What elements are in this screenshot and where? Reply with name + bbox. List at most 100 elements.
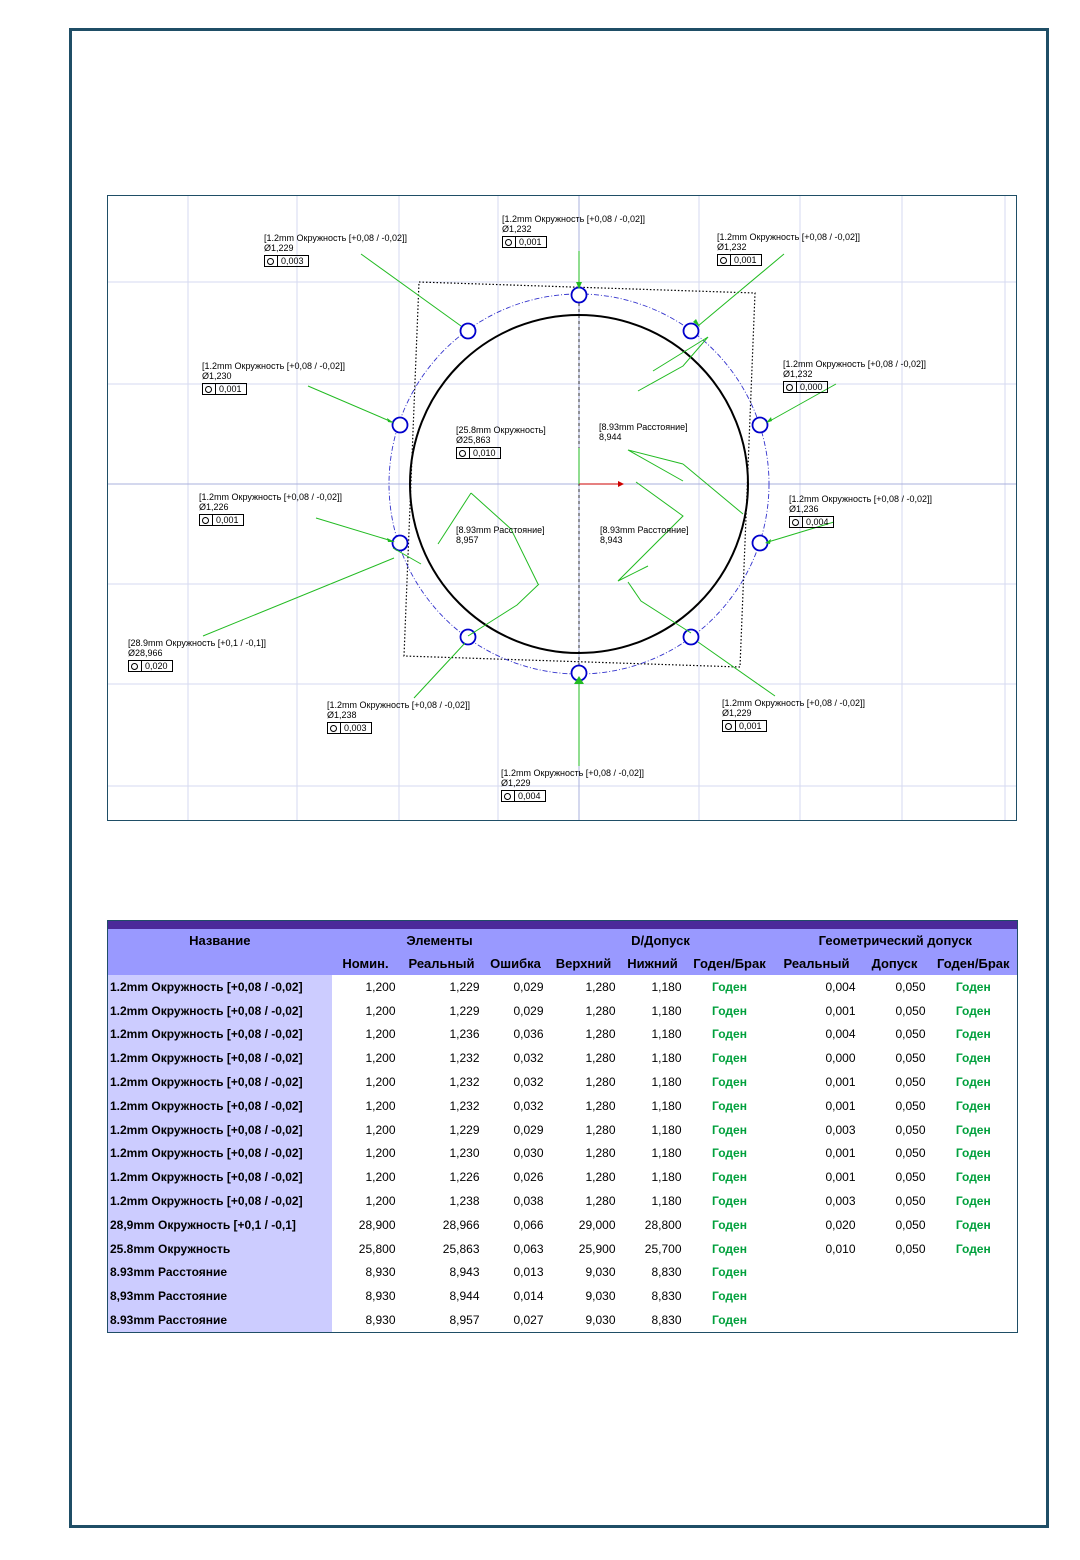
sub-header: Нижний: [619, 952, 686, 975]
tolerance-box: 0,010: [456, 447, 501, 459]
status-value: Годен: [712, 979, 747, 994]
table-row: 8.93mm Расстояние 8,930 8,957 0,027 9,030 8,8…: [107, 1308, 1018, 1333]
upper-value: 1,280: [585, 1098, 616, 1113]
row-name: 1.2mm Окружность [+0,08 / -0,02]: [107, 1141, 332, 1166]
sub-header: Годен/Брак: [929, 952, 1018, 975]
col-elements-header: Элементы: [331, 929, 548, 952]
status-value: Годен: [712, 1217, 747, 1232]
table-row: 28,9mm Окружность [+0,1 / -0,1] 28,900 28,…: [107, 1212, 1018, 1237]
roundness-icon: [330, 725, 337, 732]
table-row: 8.93mm Расстояние 8,930 8,943 0,013 9,030 8,8…: [107, 1260, 1018, 1285]
row-name: 1.2mm Окружность [+0,08 / -0,02]: [107, 998, 332, 1023]
sub-header: Реальный: [773, 952, 860, 975]
error-value: 0,013: [513, 1265, 544, 1280]
table-row: 1.2mm Окружность [+0,08 / -0,02] 1,200 1,2…: [107, 1189, 1018, 1213]
tolerance-box: 0,003: [264, 255, 309, 267]
tolerance-box: 0,004: [501, 790, 546, 802]
status-value: Годен: [712, 1122, 747, 1137]
status-value: Годен: [712, 1027, 747, 1042]
lower-value: 1,180: [651, 1051, 682, 1066]
sub-header: Допуск: [859, 952, 930, 975]
real-value: 28,966: [442, 1217, 480, 1232]
real-value: 8,944: [449, 1289, 480, 1304]
geom-real-value: [774, 1261, 860, 1285]
sub-header: Номин.: [331, 952, 400, 975]
geom-status-value: [930, 1308, 1018, 1332]
nominal-value: 1,200: [365, 1003, 396, 1018]
hole-top-left: [459, 322, 477, 340]
real-value: 1,232: [449, 1075, 480, 1090]
table-row: 1.2mm Окружность [+0,08 / -0,02] 1,200 1,2…: [107, 1046, 1018, 1071]
geom-real-value: [774, 1284, 860, 1308]
error-value: 0,038: [513, 1194, 544, 1209]
col-geom-header: Геометрический допуск: [773, 929, 1018, 952]
group-header-row: Название Элементы D/Допуск Геометрически…: [107, 929, 1018, 952]
col-name-header: Название: [107, 929, 332, 952]
error-value: 0,030: [513, 1146, 544, 1161]
nominal-value: 8,930: [365, 1289, 396, 1304]
real-value: 1,226: [449, 1170, 480, 1185]
geom-tol-value: 0,050: [895, 1194, 926, 1209]
hole-top-right: [682, 322, 700, 340]
geom-status-value: Годен: [955, 1170, 991, 1185]
error-value: 0,014: [513, 1289, 544, 1304]
tolerance-box: 0,001: [717, 254, 762, 266]
geom-real-value: 0,004: [825, 1027, 856, 1042]
label-hole-left-upper: [1.2mm Окружность [+0,08 / -0,02]] Ø1,23…: [202, 361, 346, 395]
lower-value: 1,180: [651, 1170, 682, 1185]
status-value: Годен: [712, 1075, 747, 1090]
roundness-icon: [720, 257, 727, 264]
geom-status-value: Годен: [955, 1122, 991, 1137]
sub-header: Годен/Брак: [685, 952, 774, 975]
geom-status-value: Годен: [955, 1194, 991, 1209]
table-row: 1.2mm Окружность [+0,08 / -0,02] 1,200 1,2…: [107, 1165, 1018, 1190]
error-value: 0,032: [513, 1051, 544, 1066]
sub-header-blank: [107, 952, 332, 975]
upper-value: 1,280: [585, 1170, 616, 1185]
sub-header: Реальный: [399, 952, 484, 975]
status-value: Годен: [712, 1289, 747, 1304]
geom-tol-value: 0,050: [895, 1241, 926, 1256]
row-name: 1.2mm Окружность [+0,08 / -0,02]: [107, 1189, 332, 1213]
geom-status-value: Годен: [955, 1051, 991, 1066]
geom-status-value: [930, 1284, 1018, 1308]
error-value: 0,029: [513, 979, 544, 994]
measurement-drawing: [1.2mm Окружность [+0,08 / -0,02]] Ø1,23…: [107, 195, 1017, 821]
upper-value: 9,030: [585, 1313, 616, 1328]
hole-top: [570, 286, 588, 304]
geom-tol-value: [860, 1261, 930, 1285]
roundness-icon: [131, 663, 138, 670]
row-name: 1.2mm Окружность [+0,08 / -0,02]: [107, 1070, 332, 1094]
real-value: 1,238: [449, 1194, 480, 1209]
nominal-value: 8,930: [365, 1265, 396, 1280]
col-dtol-header: D/Допуск: [547, 929, 774, 952]
label-hole-right-upper: [1.2mm Окружность [+0,08 / -0,02]] Ø1,23…: [783, 359, 927, 393]
geom-real-value: 0,001: [825, 1170, 856, 1185]
geom-tol-value: 0,050: [895, 1122, 926, 1137]
error-value: 0,027: [513, 1313, 544, 1328]
geom-tol-value: 0,050: [895, 1051, 926, 1066]
geom-tol-value: 0,050: [895, 1098, 926, 1113]
roundness-icon: [792, 519, 799, 526]
label-hole-top-left: [1.2mm Окружность [+0,08 / -0,02]] Ø1,22…: [264, 233, 408, 267]
hole-left-upper: [391, 416, 409, 434]
label-distance-right: [8.93mm Расстояние] 8,943: [600, 525, 689, 545]
lower-value: 1,180: [651, 979, 682, 994]
lower-value: 1,180: [651, 1075, 682, 1090]
tolerance-box: 0,004: [789, 516, 834, 528]
geom-real-value: 0,020: [825, 1217, 856, 1232]
status-value: Годен: [712, 1194, 747, 1209]
geom-status-value: [930, 1261, 1018, 1285]
row-name: 28,9mm Окружность [+0,1 / -0,1]: [107, 1212, 332, 1237]
real-value: 1,229: [449, 979, 480, 994]
roundness-icon: [505, 239, 512, 246]
geom-tol-value: 0,050: [895, 1146, 926, 1161]
geom-status-value: Годен: [955, 1075, 991, 1090]
geom-real-value: 0,001: [825, 1146, 856, 1161]
error-value: 0,032: [513, 1098, 544, 1113]
label-hole-left-lower: [1.2mm Окружность [+0,08 / -0,02]] Ø1,22…: [199, 492, 343, 526]
lower-value: 8,830: [651, 1313, 682, 1328]
nominal-value: 8,930: [365, 1313, 396, 1328]
status-value: Годен: [712, 1265, 747, 1280]
row-name: 1.2mm Окружность [+0,08 / -0,02]: [107, 975, 332, 999]
